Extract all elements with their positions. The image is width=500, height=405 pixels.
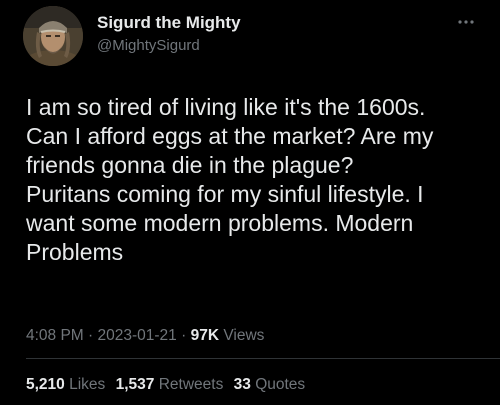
divider bbox=[26, 358, 500, 359]
quotes-count: 33 bbox=[233, 376, 251, 393]
likes-stat[interactable]: 5,210 Likes bbox=[26, 376, 105, 393]
views-count: 97K bbox=[190, 327, 220, 344]
retweets-stat[interactable]: 1,537 Retweets bbox=[116, 376, 224, 393]
meta-separator: · bbox=[176, 327, 191, 344]
tweet-date[interactable]: 2023-01-21 bbox=[98, 327, 177, 344]
avatar[interactable] bbox=[23, 6, 83, 66]
retweets-label: Retweets bbox=[154, 376, 224, 393]
views-label: Views bbox=[219, 327, 265, 344]
meta-separator: · bbox=[83, 327, 98, 344]
author-name[interactable]: Sigurd the Mighty bbox=[97, 13, 241, 33]
tweet-stats: 5,210 Likes 1,537 Retweets 33 Quotes bbox=[26, 376, 311, 394]
tweet-text: I am so tired of living like it's the 16… bbox=[26, 94, 434, 265]
tweet-meta: 4:08 PM · 2023-01-21 · 97K Views bbox=[26, 327, 264, 345]
tweet-card: Sigurd the Mighty @MightySigurd I am so … bbox=[0, 0, 500, 405]
likes-count: 5,210 bbox=[26, 376, 65, 393]
quotes-label: Quotes bbox=[250, 376, 306, 393]
author-handle[interactable]: @MightySigurd bbox=[97, 37, 200, 54]
more-icon[interactable] bbox=[455, 16, 477, 28]
quotes-stat[interactable]: 33 Quotes bbox=[234, 376, 306, 393]
tweet-time[interactable]: 4:08 PM bbox=[26, 327, 84, 344]
likes-label: Likes bbox=[64, 376, 106, 393]
retweets-count: 1,537 bbox=[115, 376, 155, 393]
avatar-image bbox=[23, 6, 83, 66]
